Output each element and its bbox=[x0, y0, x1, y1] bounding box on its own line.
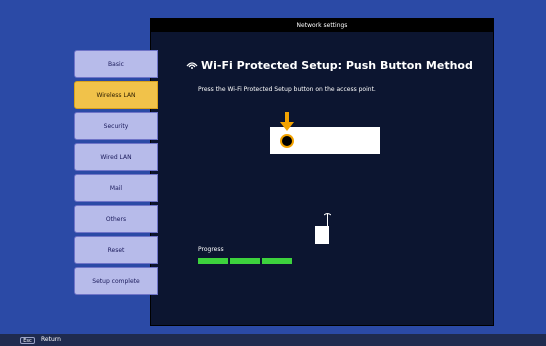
down-arrow-icon bbox=[280, 112, 294, 131]
sidebar-item-setup-complete[interactable]: Setup complete bbox=[74, 267, 158, 295]
sidebar-item-others[interactable]: Others bbox=[74, 205, 158, 233]
esc-key-icon[interactable]: Esc bbox=[20, 337, 35, 344]
sidebar-item-mail[interactable]: Mail bbox=[74, 174, 158, 202]
sidebar-item-wired-lan[interactable]: Wired LAN bbox=[74, 143, 158, 171]
page-title: Wi-Fi Protected Setup: Push Button Metho… bbox=[186, 59, 473, 72]
small-access-point bbox=[315, 226, 329, 244]
sidebar-item-reset[interactable]: Reset bbox=[74, 236, 158, 264]
progress-segment bbox=[262, 258, 292, 264]
window-title: Network settings bbox=[151, 19, 493, 32]
push-button-icon bbox=[280, 134, 294, 148]
sidebar-item-wireless-lan[interactable]: Wireless LAN bbox=[74, 81, 158, 109]
wifi-icon bbox=[186, 59, 198, 72]
return-label: Return bbox=[41, 336, 61, 343]
sidebar-item-security[interactable]: Security bbox=[74, 112, 158, 140]
sidebar-item-basic[interactable]: Basic bbox=[74, 50, 158, 78]
access-point-icon bbox=[324, 213, 331, 226]
page-title-text: Wi-Fi Protected Setup: Push Button Metho… bbox=[201, 59, 473, 72]
progress-bar bbox=[198, 258, 294, 264]
instruction-text: Press the Wi-Fi Protected Setup button o… bbox=[198, 86, 376, 93]
progress-label: Progress bbox=[198, 246, 224, 253]
status-bar bbox=[0, 334, 546, 346]
progress-segment bbox=[198, 258, 228, 264]
progress-segment bbox=[230, 258, 260, 264]
